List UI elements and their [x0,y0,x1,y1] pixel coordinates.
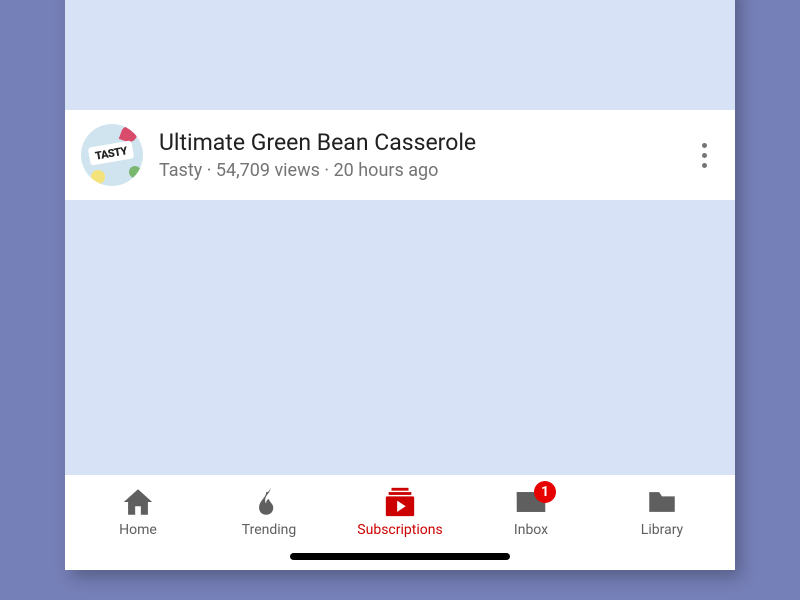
nav-inbox[interactable]: 1 Inbox [476,485,586,538]
feed-placeholder-bottom [65,200,735,475]
nav-label: Subscriptions [357,522,442,538]
avatar-decoration [91,170,105,184]
more-options-button[interactable] [689,135,719,176]
avatar-decoration [129,166,141,178]
nav-label: Library [641,522,683,538]
video-view-count: 54,709 views [216,160,320,181]
channel-avatar[interactable]: TASTY [81,124,143,186]
more-vertical-icon [702,163,707,168]
inbox-badge: 1 [534,481,556,503]
video-meta: Tasty · 54,709 views · 20 hours ago [159,160,673,181]
nav-library[interactable]: Library [607,485,717,538]
home-indicator[interactable] [290,553,510,560]
meta-separator: · [202,160,216,181]
home-icon [121,485,155,519]
meta-separator: · [320,160,334,181]
video-channel-name: Tasty [159,160,202,181]
nav-label: Home [119,522,157,538]
feed-placeholder-top [65,0,735,110]
nav-subscriptions[interactable]: Subscriptions [345,485,455,538]
channel-avatar-text: TASTY [88,140,134,165]
nav-home[interactable]: Home [83,485,193,538]
video-list-item[interactable]: TASTY Ultimate Green Bean Casserole Tast… [65,110,735,200]
more-vertical-icon [702,143,707,148]
nav-label: Trending [242,522,297,538]
subscriptions-icon [383,485,417,519]
more-vertical-icon [702,153,707,158]
video-info: Ultimate Green Bean Casserole Tasty · 54… [159,129,673,182]
bottom-navigation-wrap: Home Trending Subscriptions [65,475,735,570]
nav-trending[interactable]: Trending [214,485,324,538]
flame-icon [252,485,286,519]
video-age: 20 hours ago [334,160,439,181]
app-frame: TASTY Ultimate Green Bean Casserole Tast… [65,0,735,570]
content-area: TASTY Ultimate Green Bean Casserole Tast… [65,0,735,475]
bottom-navigation: Home Trending Subscriptions [65,475,735,544]
nav-label: Inbox [514,522,548,538]
folder-icon [645,485,679,519]
video-title: Ultimate Green Bean Casserole [159,129,673,157]
